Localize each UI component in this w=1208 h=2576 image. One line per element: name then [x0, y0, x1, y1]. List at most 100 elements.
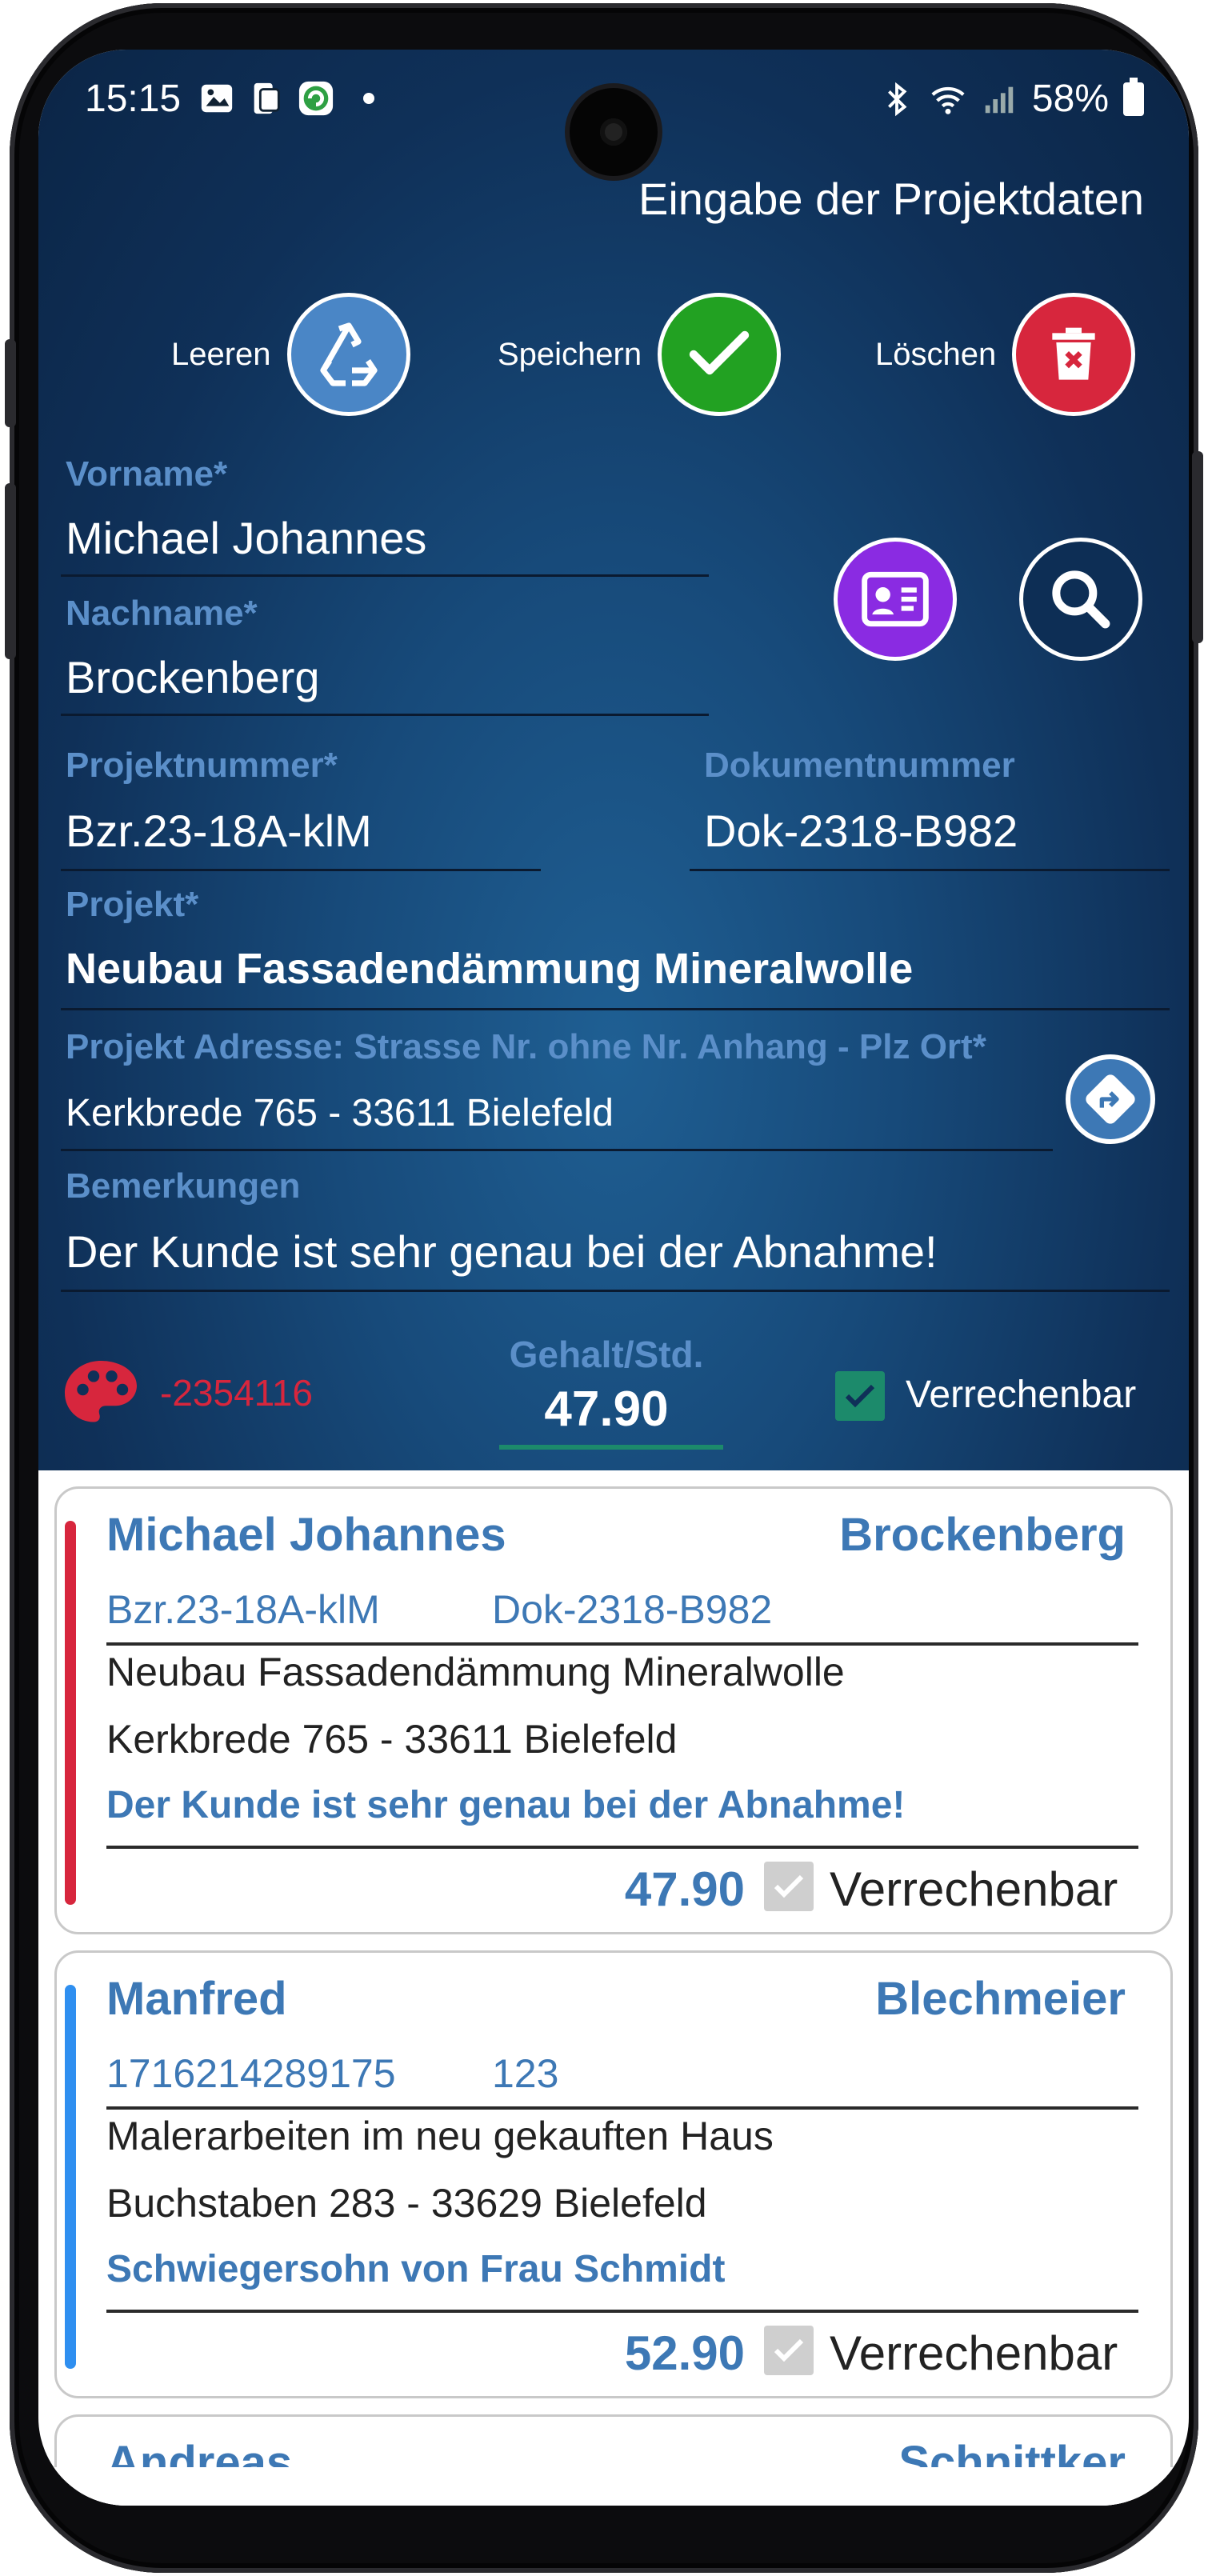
record-document-number: Dok-2318-B982 — [492, 1587, 773, 1632]
phone-side-button — [1192, 451, 1203, 643]
record-project: Malerarbeiten im neu gekauften Haus — [106, 2114, 774, 2158]
adresse-underline — [61, 1149, 1053, 1151]
record-last-name: Blechmeier — [875, 1973, 1126, 2025]
record-project: Neubau Fassadendämmung Mineralwolle — [106, 1650, 845, 1694]
projekt-underline — [61, 1008, 1170, 1010]
record-color-accent — [65, 1985, 76, 2369]
record-color-accent — [65, 1521, 76, 1905]
record-billable-label: Verrechenbar — [830, 2326, 1118, 2380]
dokumentnummer-underline — [690, 869, 1170, 871]
record-address: Kerkbrede 765 - 33611 Bielefeld — [106, 1717, 678, 1762]
save-button[interactable] — [658, 293, 782, 416]
nachname-label: Nachname* — [66, 594, 258, 633]
phone-side-button — [5, 483, 16, 659]
page-title: Eingabe der Projektdaten — [638, 174, 1144, 224]
adresse-label: Projekt Adresse: Strasse Nr. ohne Nr. An… — [66, 1027, 986, 1066]
checkmark-icon — [689, 330, 750, 375]
front-camera — [570, 88, 658, 176]
contact-card-icon — [862, 571, 929, 627]
recycle-icon — [319, 322, 378, 386]
record-divider — [106, 2310, 1138, 2313]
record-rate: 52.90 — [624, 2326, 745, 2380]
directions-button[interactable] — [1066, 1054, 1155, 1144]
vorname-field[interactable]: Michael Johannes — [66, 512, 426, 564]
search-icon — [1052, 570, 1110, 629]
dokumentnummer-label: Dokumentnummer — [704, 746, 1015, 785]
color-picker-button[interactable] — [58, 1354, 144, 1444]
checkmark-icon — [774, 2338, 804, 2362]
vorname-label: Vorname* — [66, 454, 228, 494]
search-button[interactable] — [1019, 538, 1142, 661]
verrechenbar-label: Verrechenbar — [906, 1374, 1137, 1416]
record-billable-label: Verrechenbar — [830, 1862, 1118, 1916]
record-card[interactable]: Manfred Blechmeier 1716214289175 123 Mal… — [54, 1950, 1173, 2398]
save-label: Speichern — [498, 336, 642, 372]
record-billable-checkbox — [764, 1862, 814, 1911]
status-bar: 15:15 58% — [38, 77, 1189, 176]
save-action[interactable]: Speichern — [498, 293, 782, 416]
color-code-value: -2354116 — [160, 1372, 313, 1414]
bemerkungen-underline — [61, 1290, 1170, 1292]
status-time: 15:15 — [85, 78, 182, 120]
clear-button[interactable] — [286, 293, 410, 416]
app-screen: 15:15 58% Eingabe der Projektdaten Leere… — [38, 50, 1189, 2506]
record-document-number: 123 — [492, 2051, 559, 2096]
app-notification-icon — [298, 81, 334, 116]
gehalt-label: Gehalt/Std. — [509, 1334, 704, 1375]
record-first-name: Manfred — [106, 1973, 287, 2025]
wifi-icon — [931, 86, 965, 114]
clear-action[interactable]: Leeren — [171, 293, 410, 416]
record-card[interactable]: Michael Johannes Brockenberg Bzr.23-18A-… — [54, 1486, 1173, 1934]
battery-icon — [1123, 77, 1144, 116]
notification-icons — [198, 80, 374, 117]
projektnummer-label: Projektnummer* — [66, 746, 338, 785]
dokumentnummer-field[interactable]: Dok-2318-B982 — [704, 805, 1018, 857]
verrechenbar-checkbox[interactable] — [835, 1371, 885, 1421]
navigation-gesture-area — [38, 2467, 1189, 2506]
bemerkungen-label: Bemerkungen — [66, 1166, 301, 1206]
checkmark-icon — [774, 1874, 804, 1898]
adresse-field[interactable]: Kerkbrede 765 - 33611 Bielefeld — [66, 1091, 614, 1135]
battery-percent: 58% — [1031, 78, 1109, 120]
record-project-number: 1716214289175 — [106, 2051, 396, 2096]
system-icons: 58% — [878, 77, 1144, 121]
device-icon — [254, 82, 280, 114]
projekt-label: Projekt* — [66, 885, 199, 924]
gehalt-underline — [499, 1445, 723, 1450]
clear-label: Leeren — [171, 336, 271, 372]
contact-card-button[interactable] — [834, 538, 957, 661]
record-rate: 47.90 — [624, 1862, 745, 1916]
bemerkungen-field[interactable]: Der Kunde ist sehr genau bei der Abnahme… — [66, 1226, 938, 1278]
nachname-field[interactable]: Brockenberg — [66, 651, 320, 703]
project-form-panel: 15:15 58% Eingabe der Projektdaten Leere… — [38, 50, 1189, 1470]
more-notifications-dot — [363, 93, 374, 104]
directions-icon — [1086, 1074, 1135, 1124]
record-divider — [106, 1846, 1138, 1849]
projektnummer-field[interactable]: Bzr.23-18A-klM — [66, 805, 372, 857]
bluetooth-icon — [887, 82, 907, 116]
record-address: Buchstaben 283 - 33629 Bielefeld — [106, 2181, 707, 2226]
record-divider — [106, 2106, 1138, 2110]
delete-button[interactable] — [1012, 293, 1136, 416]
record-remark: Schwiegersohn von Frau Schmidt — [106, 2248, 726, 2290]
phone-side-button — [5, 339, 16, 427]
delete-action[interactable]: Löschen — [875, 293, 1136, 416]
trash-icon — [1052, 327, 1095, 380]
checkmark-icon — [845, 1384, 875, 1408]
phone-frame: 15:15 58% Eingabe der Projektdaten Leere… — [5, 3, 1203, 2573]
nachname-underline — [61, 714, 709, 716]
record-last-name: Brockenberg — [839, 1509, 1126, 1561]
gehalt-field[interactable]: 47.90 — [486, 1381, 726, 1438]
signal-icon — [985, 86, 1014, 113]
projektnummer-underline — [61, 869, 541, 871]
palette-icon — [65, 1361, 137, 1422]
record-remark: Der Kunde ist sehr genau bei der Abnahme… — [106, 1784, 906, 1826]
record-billable-checkbox — [764, 2326, 814, 2375]
vorname-underline — [61, 574, 709, 577]
record-project-number: Bzr.23-18A-klM — [106, 1587, 380, 1632]
gallery-icon — [201, 84, 233, 113]
delete-label: Löschen — [875, 336, 997, 372]
record-divider — [106, 1642, 1138, 1646]
projekt-field[interactable]: Neubau Fassadendämmung Mineralwolle — [66, 944, 913, 994]
record-first-name: Michael Johannes — [106, 1509, 506, 1561]
